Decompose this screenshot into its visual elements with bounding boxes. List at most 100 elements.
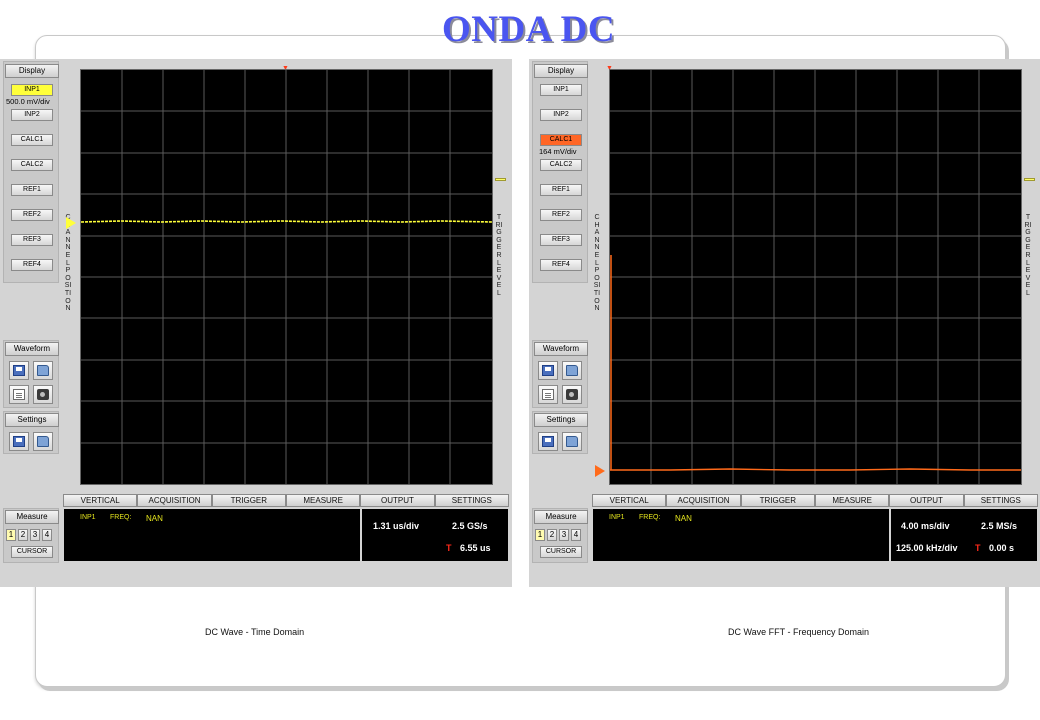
source-ref2-button[interactable]: REF2 — [540, 209, 582, 221]
tab-output[interactable]: OUTPUT — [360, 494, 435, 507]
trigger-level-scale[interactable]: TRIGGER LEVEL — [493, 64, 505, 489]
settings-button[interactable]: Settings — [5, 413, 59, 427]
tab-measure[interactable]: MEASURE — [814, 494, 890, 507]
measurement-readout: INP1 FREQ: NAN — [593, 509, 889, 561]
tab-acquisition[interactable]: ACQUISITION — [666, 494, 741, 507]
source-inp1-button[interactable]: INP1 — [540, 84, 582, 96]
trigger-level-marker[interactable] — [495, 178, 506, 181]
channel-position-marker[interactable] — [595, 465, 605, 477]
measure-slot-3[interactable]: 3 — [559, 529, 569, 541]
save-icon — [542, 436, 554, 447]
measure-slot-3[interactable]: 3 — [30, 529, 40, 541]
source-inp2-button[interactable]: INP2 — [11, 109, 53, 121]
trigger-time: 0.00 s — [989, 543, 1015, 553]
trigger-level-scale[interactable]: TRIGGER LEVEL — [1022, 64, 1034, 489]
measure-button[interactable]: Measure — [5, 510, 59, 524]
measure-button[interactable]: Measure — [534, 510, 588, 524]
waveform-button[interactable]: Waveform — [5, 342, 59, 356]
slide: ONDA DC Display INP1 500.0 mV/div INP2 C… — [0, 0, 1040, 720]
measure-slot-1[interactable]: 1 — [535, 529, 545, 541]
tab-output[interactable]: OUTPUT — [889, 494, 964, 507]
trigger-level-label: TRIGGER LEVEL — [1024, 214, 1032, 297]
source-ref1-button[interactable]: REF1 — [11, 184, 53, 196]
screenshot-button[interactable] — [33, 385, 53, 404]
timebase-readout: 1.31 us/div 2.5 GS/s T 6.55 us — [362, 509, 508, 561]
display-button[interactable]: Display — [5, 64, 59, 78]
cursor-button[interactable]: CURSOR — [11, 546, 53, 558]
tab-vertical[interactable]: VERTICAL — [63, 494, 138, 507]
trigger-level-label: TRIGGER LEVEL — [495, 214, 503, 297]
open-waveform-button[interactable] — [33, 361, 53, 380]
tab-trigger[interactable]: TRIGGER — [211, 494, 286, 507]
waveform-display — [80, 69, 493, 485]
measure-slot-4[interactable]: 4 — [571, 529, 581, 541]
channel-position-scale[interactable]: CHANNEL POSITION — [62, 64, 74, 489]
save-waveform-button[interactable] — [538, 361, 558, 380]
folder-icon — [37, 436, 49, 447]
tab-settings[interactable]: SETTINGS — [963, 494, 1038, 507]
channel-position-marker[interactable] — [66, 217, 76, 229]
menu-tabs: VERTICAL ACQUISITION TRIGGER MEASURE OUT… — [592, 494, 1038, 507]
document-icon — [13, 389, 25, 400]
source-calc2-button[interactable]: CALC2 — [540, 159, 582, 171]
meas-value: NAN — [146, 514, 163, 523]
source-ref3-button[interactable]: REF3 — [540, 234, 582, 246]
source-inp2-button[interactable]: INP2 — [540, 109, 582, 121]
source-calc2-button[interactable]: CALC2 — [11, 159, 53, 171]
source-inp1-button[interactable]: INP1 — [11, 84, 53, 96]
measurement-readout: INP1 FREQ: NAN — [64, 509, 360, 561]
camera-icon — [37, 389, 49, 400]
sample-rate: 2.5 GS/s — [452, 521, 488, 531]
screenshot-button[interactable] — [562, 385, 582, 404]
channel-position-scale[interactable]: CHANNEL POSITION — [591, 64, 603, 489]
trigger-marker-label: T — [975, 543, 981, 553]
source-ref2-button[interactable]: REF2 — [11, 209, 53, 221]
display-panel: Display INP1 INP2 CALC1 164 mV/div CALC2… — [532, 61, 588, 283]
source-ref1-button[interactable]: REF1 — [540, 184, 582, 196]
copy-waveform-button[interactable] — [538, 385, 558, 404]
source-calc1-button[interactable]: CALC1 — [11, 134, 53, 146]
tab-vertical[interactable]: VERTICAL — [592, 494, 667, 507]
measure-slot-1[interactable]: 1 — [6, 529, 16, 541]
measure-slot-2[interactable]: 2 — [547, 529, 557, 541]
tab-trigger[interactable]: TRIGGER — [740, 494, 815, 507]
source-ref4-button[interactable]: REF4 — [11, 259, 53, 271]
waveform-button[interactable]: Waveform — [534, 342, 588, 356]
waveform-plot — [81, 70, 492, 484]
source-ref4-button[interactable]: REF4 — [540, 259, 582, 271]
settings-panel: Settings — [532, 411, 588, 454]
caption-frequency-domain: DC Wave FFT - Frequency Domain — [728, 627, 870, 637]
open-settings-button[interactable] — [33, 432, 53, 451]
meas-source: INP1 — [80, 514, 96, 521]
tab-measure[interactable]: MEASURE — [285, 494, 361, 507]
display-panel: Display INP1 500.0 mV/div INP2 CALC1 CAL… — [3, 61, 59, 283]
settings-button[interactable]: Settings — [534, 413, 588, 427]
grid-lines — [610, 70, 1021, 484]
save-settings-button[interactable] — [538, 432, 558, 451]
settings-panel: Settings — [3, 411, 59, 454]
tab-acquisition[interactable]: ACQUISITION — [137, 494, 212, 507]
open-settings-button[interactable] — [562, 432, 582, 451]
source-calc1-button[interactable]: CALC1 — [540, 134, 582, 146]
save-settings-button[interactable] — [9, 432, 29, 451]
display-button[interactable]: Display — [534, 64, 588, 78]
timebase-readout: 4.00 ms/div 2.5 MS/s 125.00 kHz/div T 0.… — [891, 509, 1037, 561]
waveform-panel: Waveform — [532, 340, 588, 408]
meas-name: FREQ: — [110, 514, 132, 521]
source-ref3-button[interactable]: REF3 — [11, 234, 53, 246]
measure-panel: Measure 1 2 3 4 CURSOR — [532, 508, 588, 563]
trigger-level-marker[interactable] — [1024, 178, 1035, 181]
measure-slot-2[interactable]: 2 — [18, 529, 28, 541]
measure-slot-4[interactable]: 4 — [42, 529, 52, 541]
menu-tabs: VERTICAL ACQUISITION TRIGGER MEASURE OUT… — [63, 494, 509, 507]
save-waveform-button[interactable] — [9, 361, 29, 380]
grid-lines — [81, 70, 492, 484]
frequency-scale: 125.00 kHz/div — [896, 543, 958, 553]
folder-icon — [566, 365, 578, 376]
tab-settings[interactable]: SETTINGS — [434, 494, 509, 507]
copy-waveform-button[interactable] — [9, 385, 29, 404]
meas-source: INP1 — [609, 514, 625, 521]
open-waveform-button[interactable] — [562, 361, 582, 380]
measure-panel: Measure 1 2 3 4 CURSOR — [3, 508, 59, 563]
cursor-button[interactable]: CURSOR — [540, 546, 582, 558]
